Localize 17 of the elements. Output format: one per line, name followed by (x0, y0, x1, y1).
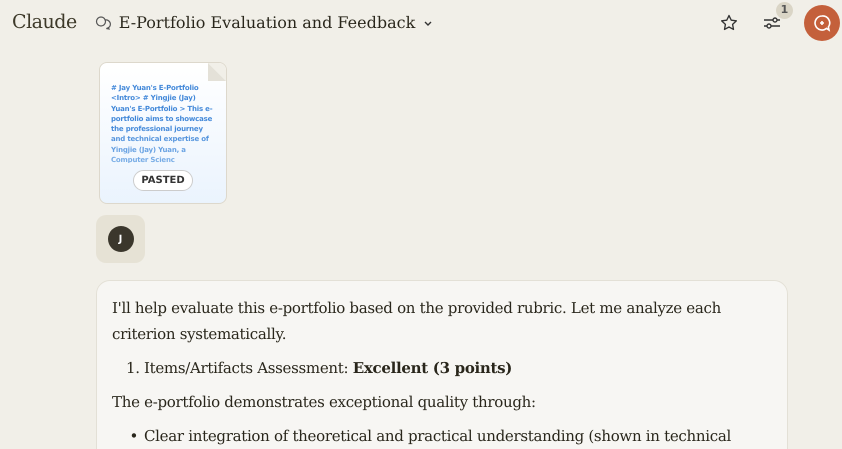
chat-plus-icon (813, 14, 831, 32)
logo[interactable]: Claude (12, 8, 77, 37)
notification-badge: 1 (776, 2, 793, 18)
pasted-tag: PASTED (133, 170, 193, 191)
response-paragraph: The e-portfolio demonstrates exceptional quality through: (112, 392, 537, 413)
list-number: 1. (126, 358, 138, 379)
chat-bubbles-icon (94, 14, 111, 30)
new-chat-button[interactable] (804, 4, 840, 40)
star-icon (719, 12, 739, 32)
user-avatar[interactable]: J (108, 226, 134, 252)
folded-corner-icon (208, 63, 226, 81)
bullet-marker: • (128, 426, 138, 447)
list-item-text: Clear integration of theoretical and practical understanding (shown in technical (144, 426, 731, 447)
list-item-text: Items/Artifacts Assessment: Excellent (3 points) (144, 358, 512, 379)
sliders-icon (763, 14, 781, 30)
response-paragraph: I'll help evaluate this e-portfolio based on the provided rubric. Let me analyze each criterion systematically. (112, 298, 722, 345)
chat-title-button[interactable]: E-Portfolio Evaluation and Feedback (94, 10, 434, 34)
